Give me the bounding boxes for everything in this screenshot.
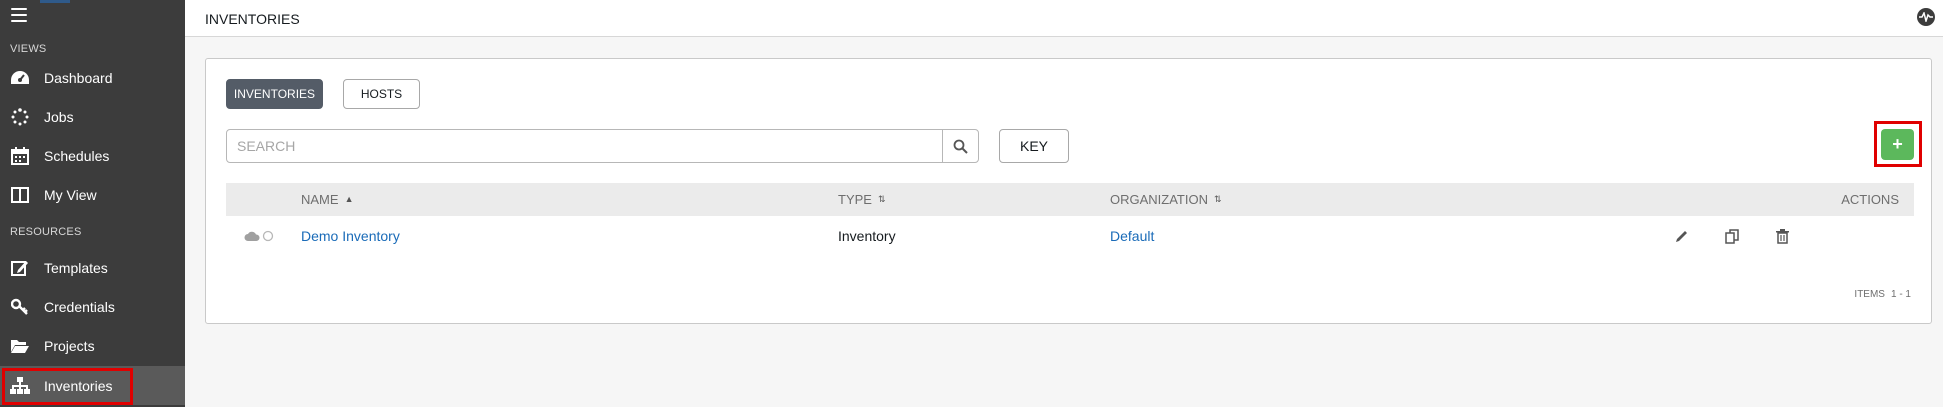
inventory-type: Inventory: [838, 228, 896, 244]
add-button[interactable]: +: [1881, 129, 1914, 160]
column-header-label: NAME: [301, 192, 339, 207]
folder-open-icon: [9, 335, 31, 357]
sort-asc-icon: ▲: [344, 194, 354, 204]
items-count: ITEMS 1 - 1: [1854, 289, 1911, 300]
brand-logo-sliver: [40, 0, 70, 3]
copy-icon[interactable]: [1723, 227, 1741, 245]
organization-link[interactable]: Default: [1110, 228, 1154, 244]
trash-icon[interactable]: [1773, 227, 1791, 245]
sidebar-item-templates[interactable]: Templates: [0, 248, 185, 287]
host-status-icon: [259, 227, 277, 245]
top-header: INVENTORIES: [185, 0, 1943, 37]
sidebar-item-label: Templates: [44, 259, 108, 276]
items-label: ITEMS: [1854, 289, 1885, 300]
column-header-type[interactable]: TYPE ⇅: [838, 192, 886, 207]
sort-icon: ⇅: [877, 194, 886, 204]
columns-icon: [9, 184, 31, 206]
sidebar-item-inventories[interactable]: Inventories: [0, 366, 185, 405]
activity-stream-icon[interactable]: [1917, 8, 1935, 26]
sidebar-item-schedules[interactable]: Schedules: [0, 136, 185, 175]
hamburger-menu-icon[interactable]: [11, 8, 27, 22]
resources-section-label: RESOURCES: [10, 226, 82, 238]
tab-hosts[interactable]: HOSTS: [343, 79, 420, 109]
key-button[interactable]: KEY: [999, 129, 1069, 163]
dashboard-icon: [9, 67, 31, 89]
key-icon: [9, 296, 31, 318]
edit-icon: [9, 257, 31, 279]
sort-icon: ⇅: [1213, 194, 1222, 204]
sidebar-item-credentials[interactable]: Credentials: [0, 287, 185, 326]
search-input[interactable]: [227, 130, 942, 162]
column-header-name[interactable]: NAME ▲: [301, 192, 353, 207]
column-header-label: ORGANIZATION: [1110, 192, 1208, 207]
views-section-label: VIEWS: [10, 43, 47, 55]
sidebar-item-dashboard[interactable]: Dashboard: [0, 58, 185, 97]
sidebar-item-label: Credentials: [44, 298, 115, 315]
items-range: 1 - 1: [1890, 289, 1911, 300]
sidebar-item-projects[interactable]: Projects: [0, 326, 185, 365]
edit-pencil-icon[interactable]: [1673, 227, 1691, 245]
tab-inventories[interactable]: INVENTORIES: [226, 79, 323, 109]
sidebar: VIEWS Dashboard Jobs Schedules My View R…: [0, 0, 185, 407]
sidebar-item-label: My View: [44, 186, 97, 203]
inventories-panel: INVENTORIES HOSTS KEY + NAME ▲ TYPE ⇅ OR…: [205, 58, 1932, 324]
column-header-label: TYPE: [838, 192, 872, 207]
page-title: INVENTORIES: [205, 11, 300, 27]
sidebar-item-label: Dashboard: [44, 69, 113, 86]
column-header-label: ACTIONS: [1841, 192, 1899, 207]
calendar-icon: [9, 145, 31, 167]
sidebar-item-label: Projects: [44, 337, 95, 354]
sidebar-item-label: Schedules: [44, 147, 110, 164]
search-box: [226, 129, 979, 163]
highlight-box: [2, 368, 133, 405]
search-icon[interactable]: [942, 130, 978, 162]
column-header-actions: ACTIONS: [1841, 192, 1899, 207]
inventory-name-link[interactable]: Demo Inventory: [301, 228, 400, 244]
column-header-organization[interactable]: ORGANIZATION ⇅: [1110, 192, 1222, 207]
sidebar-item-my-view[interactable]: My View: [0, 175, 185, 214]
table-header: NAME ▲ TYPE ⇅ ORGANIZATION ⇅ ACTIONS: [226, 183, 1914, 216]
sidebar-item-jobs[interactable]: Jobs: [0, 97, 185, 136]
table-row: Demo Inventory Inventory Default: [226, 216, 1914, 255]
jobs-spinner-icon: [9, 106, 31, 128]
sidebar-item-label: Jobs: [44, 108, 74, 125]
